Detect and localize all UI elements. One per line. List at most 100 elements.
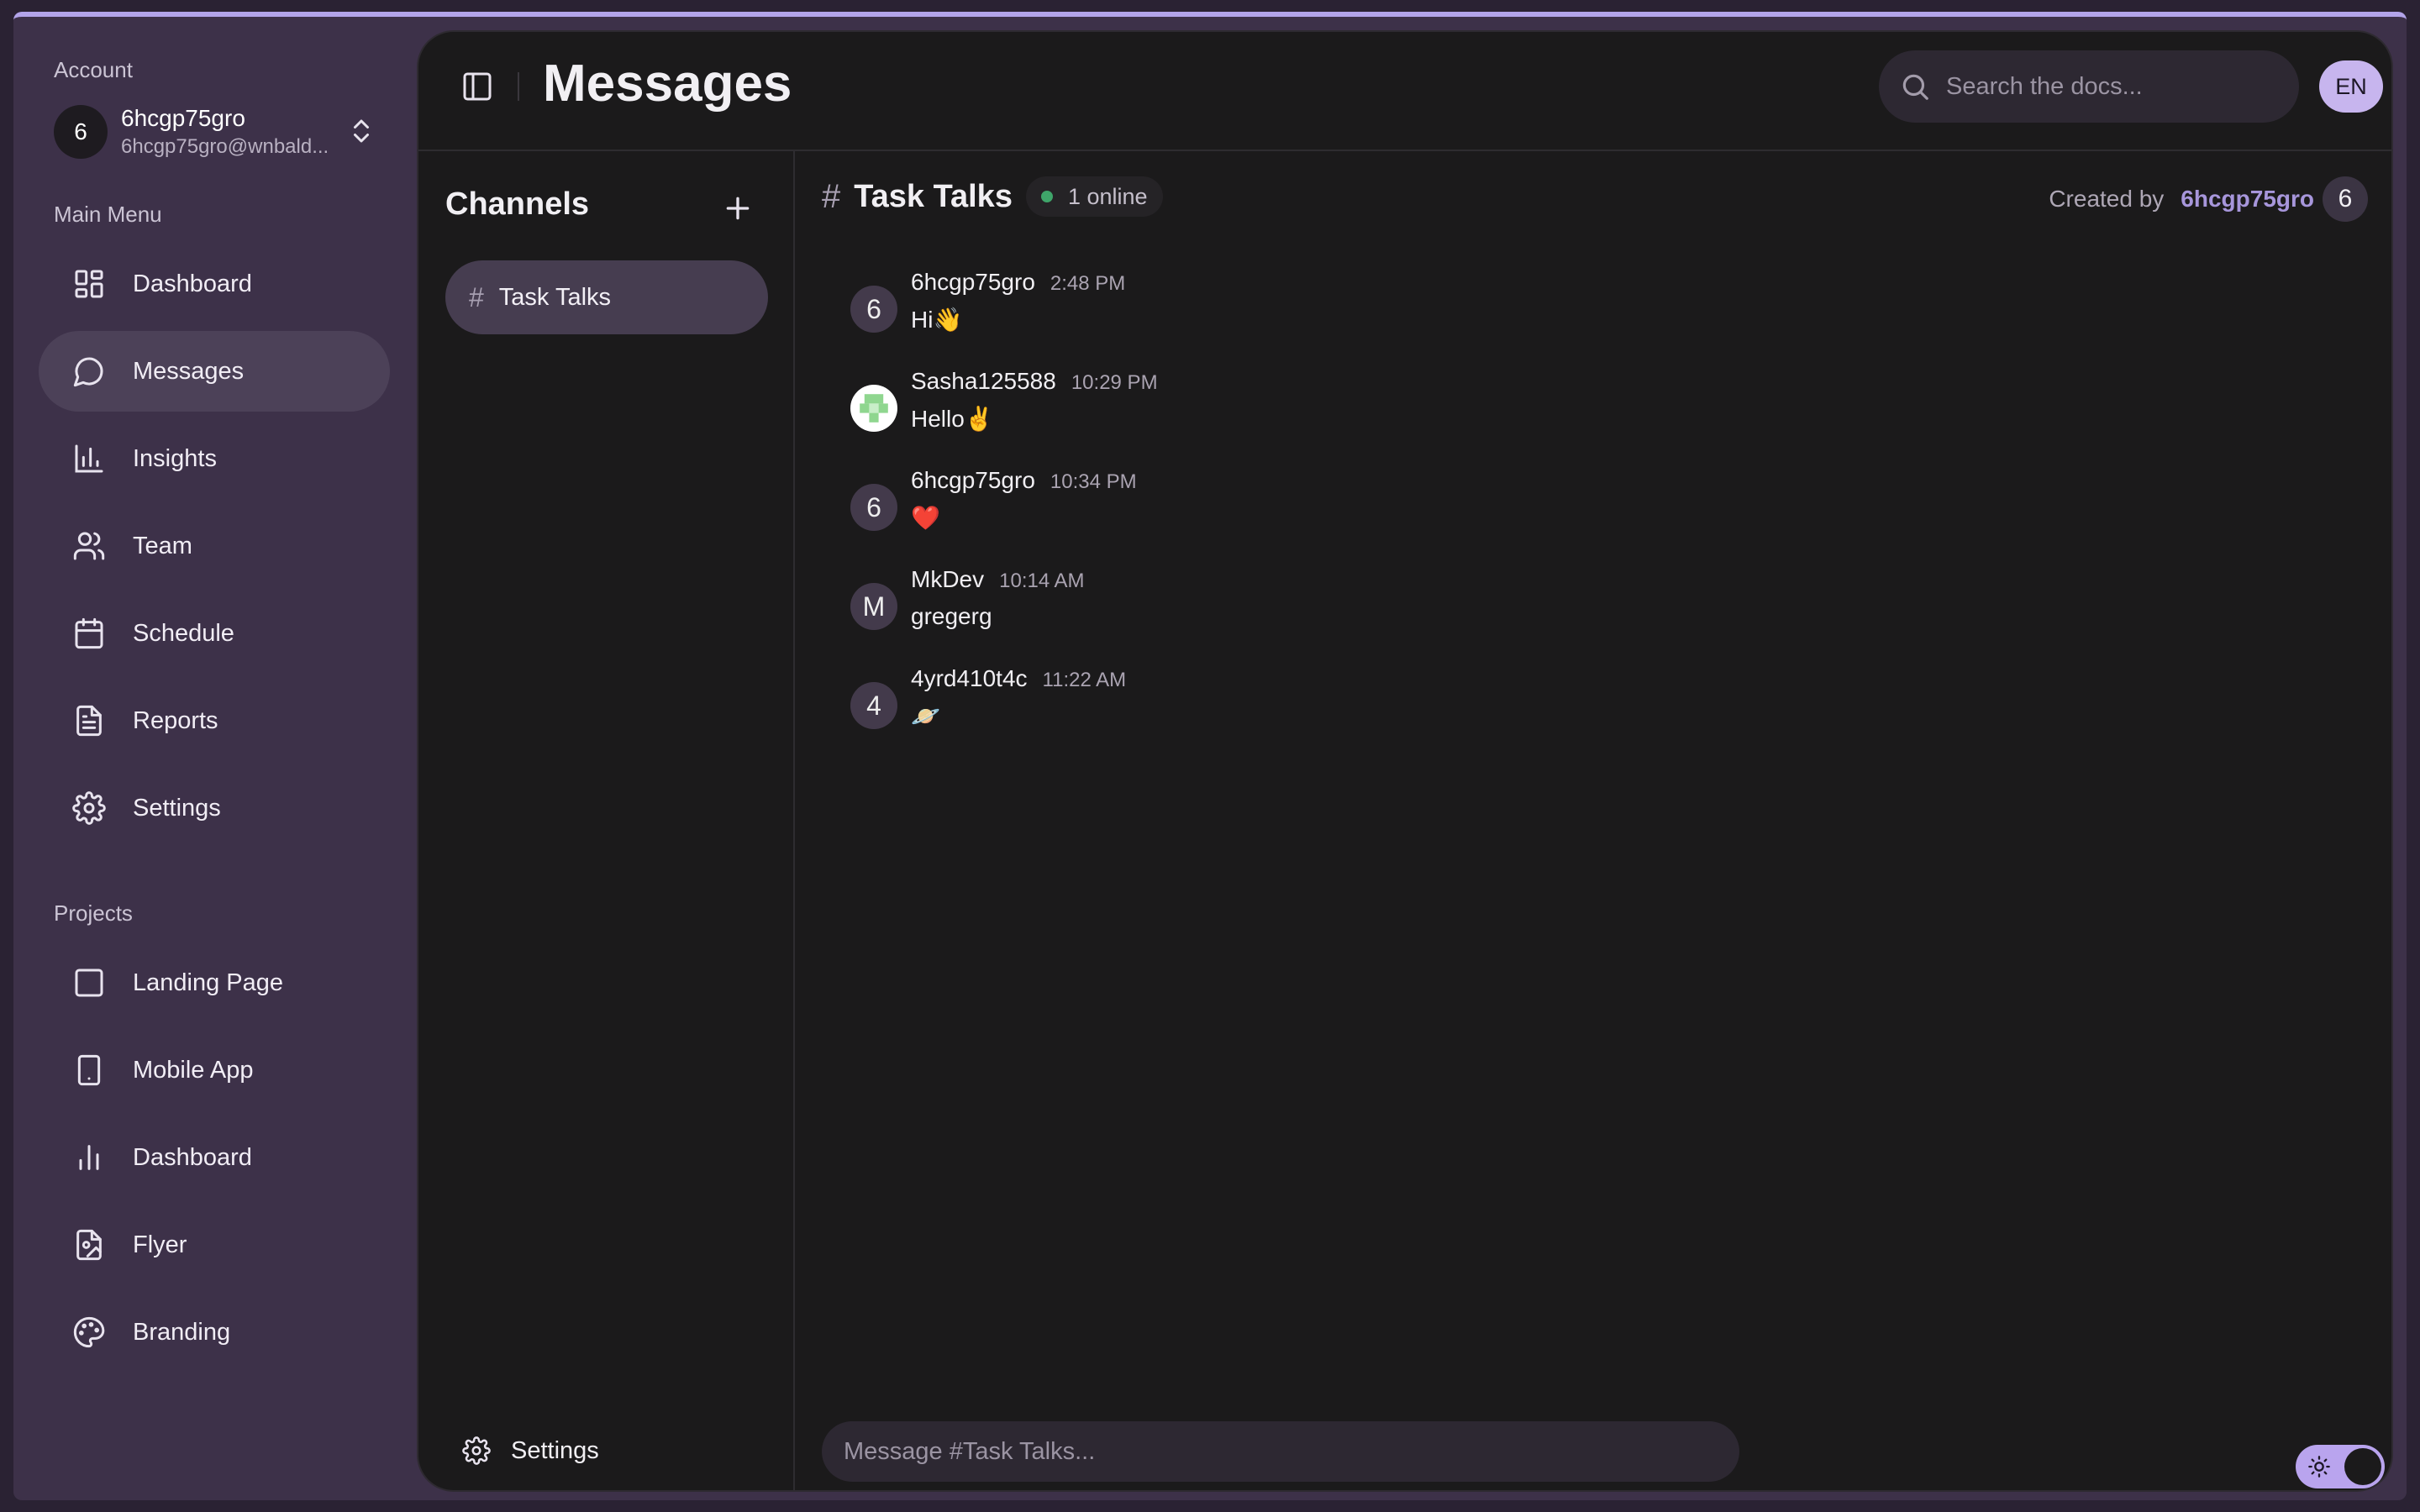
search-input[interactable] <box>1946 72 2282 101</box>
message: 6 6hcgp75gro 10:34 PM ❤️ <box>850 467 1137 532</box>
hash-icon: # <box>822 177 841 215</box>
online-dot-icon <box>1040 191 1053 202</box>
users-icon <box>73 532 105 560</box>
phone-icon <box>77 1054 101 1086</box>
avatar[interactable]: 4 <box>850 682 897 729</box>
message-author[interactable]: Sasha125588 <box>911 368 1056 395</box>
message-author[interactable]: 4yrd410t4c <box>911 665 1028 692</box>
project-item-flyer[interactable]: Flyer <box>39 1205 390 1285</box>
message-composer[interactable] <box>822 1421 1739 1482</box>
nav-item-settings[interactable]: Settings <box>39 768 390 848</box>
message-text: gregerg <box>911 603 992 629</box>
message: Sasha125588 10:29 PM Hello✌️ <box>850 368 1158 433</box>
file-image-icon <box>76 1229 102 1261</box>
creator-name[interactable]: 6hcgp75gro <box>2181 186 2314 213</box>
creator-avatar[interactable]: 6 <box>2323 176 2368 222</box>
settings-label: Settings <box>511 1436 599 1464</box>
account-section-label: Account <box>54 57 133 82</box>
project-item-branding[interactable]: Branding <box>39 1292 390 1373</box>
avatar[interactable]: 6 <box>850 484 897 531</box>
channels-title: Channels <box>445 186 590 222</box>
message-text: 🪐 <box>911 703 940 729</box>
chevrons-up-down-icon <box>354 119 369 143</box>
nav-label: Insights <box>133 444 217 472</box>
nav-item-team[interactable]: Team <box>39 506 390 586</box>
online-count: 1 online <box>1067 183 1148 209</box>
dashboard-icon <box>75 270 103 298</box>
avatar[interactable]: M <box>850 583 897 630</box>
message-time: 10:34 PM <box>1050 470 1137 493</box>
add-channel-icon[interactable] <box>721 192 755 225</box>
chat-header: # Task Talks 1 online <box>822 176 1163 217</box>
gear-icon <box>72 791 106 825</box>
nav-label: Settings <box>133 794 221 822</box>
identicon-image <box>860 394 888 423</box>
message: M MkDev 10:14 AM gregerg <box>850 566 1085 630</box>
nav-label: Mobile App <box>133 1056 254 1084</box>
nav-item-dashboard[interactable]: Dashboard <box>39 244 390 324</box>
document-icon <box>76 705 102 737</box>
account-switcher[interactable]: 6 6hcgp75gro 6hcgp75gro@wnbald... <box>54 102 407 161</box>
message-author[interactable]: 6hcgp75gro <box>911 467 1035 494</box>
created-by-label: Created by <box>2049 186 2165 212</box>
message-text: Hi👋 <box>911 307 963 333</box>
nav-item-messages[interactable]: Messages <box>39 331 390 412</box>
top-bar: Messages EN <box>418 32 2391 151</box>
message-text: ❤️ <box>911 505 940 531</box>
nav-item-schedule[interactable]: Schedule <box>39 593 390 674</box>
palette-icon <box>73 1316 105 1348</box>
search-box[interactable] <box>1879 50 2299 123</box>
account-email: 6hcgp75gro@wnbald... <box>121 135 329 158</box>
theme-toggle[interactable] <box>2296 1445 2385 1488</box>
channel-label: Task Talks <box>498 283 612 311</box>
account-avatar: 6 <box>54 105 108 159</box>
created-by: Created by 6hcgp75gro 6 <box>2049 176 2368 222</box>
channel-item-task-talks[interactable]: # Task Talks <box>445 260 768 334</box>
sun-icon <box>2308 1456 2330 1478</box>
sidebar-toggle-icon[interactable] <box>460 70 494 103</box>
nav-label: Landing Page <box>133 969 283 996</box>
divider <box>518 72 519 101</box>
toggle-knob <box>2344 1448 2381 1485</box>
message-icon <box>73 357 103 387</box>
message-time: 10:14 AM <box>999 570 1085 592</box>
message-author[interactable]: MkDev <box>911 566 984 593</box>
account-name: 6hcgp75gro <box>121 105 245 131</box>
project-item-dashboard[interactable]: Dashboard <box>39 1117 390 1198</box>
chart-icon <box>79 1145 99 1170</box>
main-panel: Messages EN Channels # Task Talks Settin… <box>417 30 2393 1492</box>
message-time: 10:29 PM <box>1071 371 1158 394</box>
square-icon <box>75 969 103 997</box>
nav-item-insights[interactable]: Insights <box>39 418 390 499</box>
nav-label: Schedule <box>133 619 234 647</box>
channels-panel: Channels # Task Talks Settings <box>418 151 795 1490</box>
projects-section-label: Projects <box>54 900 133 926</box>
gear-icon <box>462 1436 491 1465</box>
message-text: Hello✌️ <box>911 406 994 432</box>
search-icon <box>1902 74 1928 100</box>
channel-name: Task Talks <box>854 178 1013 214</box>
message-author[interactable]: 6hcgp75gro <box>911 269 1035 296</box>
message-input[interactable] <box>844 1437 1718 1466</box>
language-button[interactable]: EN <box>2319 60 2383 113</box>
message: 4 4yrd410t4c 11:22 AM 🪐 <box>850 665 1126 730</box>
nav-item-reports[interactable]: Reports <box>39 680 390 761</box>
main-menu-label: Main Menu <box>54 202 162 227</box>
avatar[interactable] <box>850 385 897 432</box>
nav-label: Branding <box>133 1318 231 1346</box>
message-time: 11:22 AM <box>1042 669 1127 691</box>
avatar[interactable]: 6 <box>850 286 897 333</box>
message: 6 6hcgp75gro 2:48 PM Hi👋 <box>850 269 1125 333</box>
sidebar: Account 6 6hcgp75gro 6hcgp75gro@wnbald..… <box>13 17 415 1500</box>
project-item-landing-page[interactable]: Landing Page <box>39 942 390 1023</box>
page-title: Messages <box>543 55 792 113</box>
nav-label: Reports <box>133 706 218 734</box>
hash-icon: # <box>469 281 484 312</box>
chat-area: # Task Talks 1 online Created by 6hcgp75… <box>797 151 2391 1490</box>
nav-label: Flyer <box>133 1231 187 1258</box>
nav-label: Dashboard <box>133 270 252 297</box>
nav-label: Dashboard <box>133 1143 252 1171</box>
calendar-icon <box>75 617 103 649</box>
channel-settings-button[interactable]: Settings <box>462 1436 599 1465</box>
project-item-mobile-app[interactable]: Mobile App <box>39 1030 390 1110</box>
